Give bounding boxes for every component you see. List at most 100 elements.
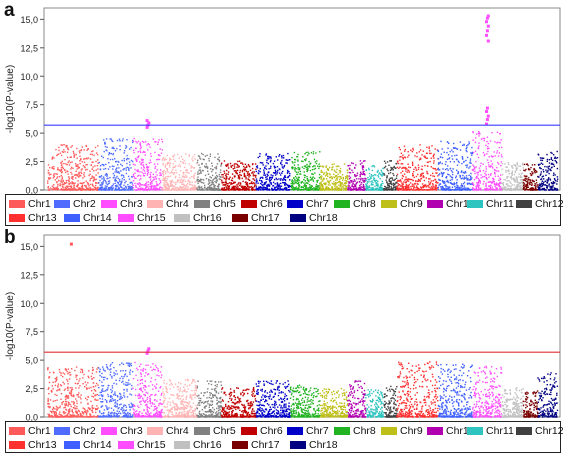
data-point (363, 170, 365, 173)
data-point (164, 185, 166, 187)
data-point (447, 147, 449, 149)
data-point (511, 170, 514, 172)
data-point (67, 161, 69, 164)
data-point (527, 186, 529, 188)
data-point (494, 155, 496, 157)
data-point (243, 188, 245, 191)
data-point (266, 178, 268, 180)
data-point (209, 153, 212, 155)
data-point (553, 157, 556, 159)
data-point (314, 165, 316, 167)
data-point (81, 184, 84, 186)
data-point (455, 176, 457, 179)
manhattan-panel-a: a 0,0 2,5 5,0 7,5 10,0 12,5 15,0 -log10(P-value… (0, 0, 567, 227)
data-point (75, 170, 77, 172)
data-point (417, 189, 419, 191)
data-point (327, 181, 330, 184)
data-point (316, 189, 319, 191)
data-point (282, 179, 284, 181)
data-point (545, 174, 547, 176)
data-point (375, 182, 377, 184)
data-point (84, 189, 87, 191)
data-point (215, 165, 218, 168)
data-point (76, 407, 78, 410)
data-point (386, 176, 388, 178)
data-point (53, 173, 55, 175)
data-point (92, 150, 94, 152)
data-point (359, 160, 362, 162)
data-point (58, 179, 60, 182)
data-point (100, 186, 103, 189)
data-point (519, 186, 521, 188)
data-point (477, 188, 479, 191)
data-point (197, 171, 199, 173)
data-point (372, 175, 374, 177)
data-point (274, 172, 276, 174)
data-point (263, 183, 266, 185)
data-point (453, 189, 455, 191)
data-point (539, 185, 541, 187)
data-point (509, 176, 512, 179)
data-point (131, 183, 134, 185)
data-point (191, 158, 193, 160)
data-point (372, 187, 374, 189)
data-point (169, 164, 171, 166)
data-point (273, 165, 276, 168)
data-point (530, 166, 532, 169)
data-point (215, 172, 217, 174)
data-point (89, 183, 92, 186)
data-point (312, 180, 315, 182)
data-point (122, 174, 125, 177)
data-point (550, 158, 552, 160)
data-point (285, 188, 288, 190)
data-point (268, 168, 270, 170)
data-point (308, 179, 310, 181)
data-point (65, 188, 67, 190)
data-point (471, 177, 473, 179)
data-point (191, 176, 193, 178)
data-point (423, 176, 425, 178)
data-point (433, 168, 435, 170)
data-point (265, 189, 268, 191)
data-point (47, 180, 49, 182)
data-point (437, 150, 440, 153)
data-point (500, 161, 502, 163)
data-point (374, 179, 377, 182)
data-point (400, 189, 402, 191)
data-point (61, 183, 63, 186)
data-point (257, 182, 259, 184)
data-point (342, 185, 344, 188)
data-point (511, 184, 513, 186)
data-point (394, 167, 396, 169)
data-point (123, 150, 126, 152)
data-point (486, 153, 488, 155)
data-point (87, 375, 89, 378)
data-point (251, 187, 254, 190)
data-point (113, 165, 115, 168)
data-point (165, 183, 167, 186)
data-point (69, 374, 71, 376)
data-point (100, 185, 102, 187)
data-point (403, 173, 406, 175)
data-point (245, 181, 247, 183)
data-point (251, 163, 254, 166)
data-point (225, 177, 228, 179)
data-point (335, 179, 337, 181)
data-point (158, 178, 160, 180)
legend-swatch (287, 200, 303, 208)
data-point (418, 180, 420, 182)
data-point (93, 170, 95, 172)
data-point (114, 182, 116, 185)
data-point (212, 168, 214, 171)
data-point (222, 176, 224, 178)
data-point (487, 161, 490, 164)
data-point (541, 157, 544, 159)
data-point (353, 179, 356, 181)
data-point (379, 178, 381, 180)
data-point (261, 180, 263, 183)
data-point (463, 181, 466, 184)
data-point (184, 162, 187, 165)
data-point (180, 189, 183, 191)
data-point (134, 172, 136, 175)
data-point (248, 179, 250, 181)
